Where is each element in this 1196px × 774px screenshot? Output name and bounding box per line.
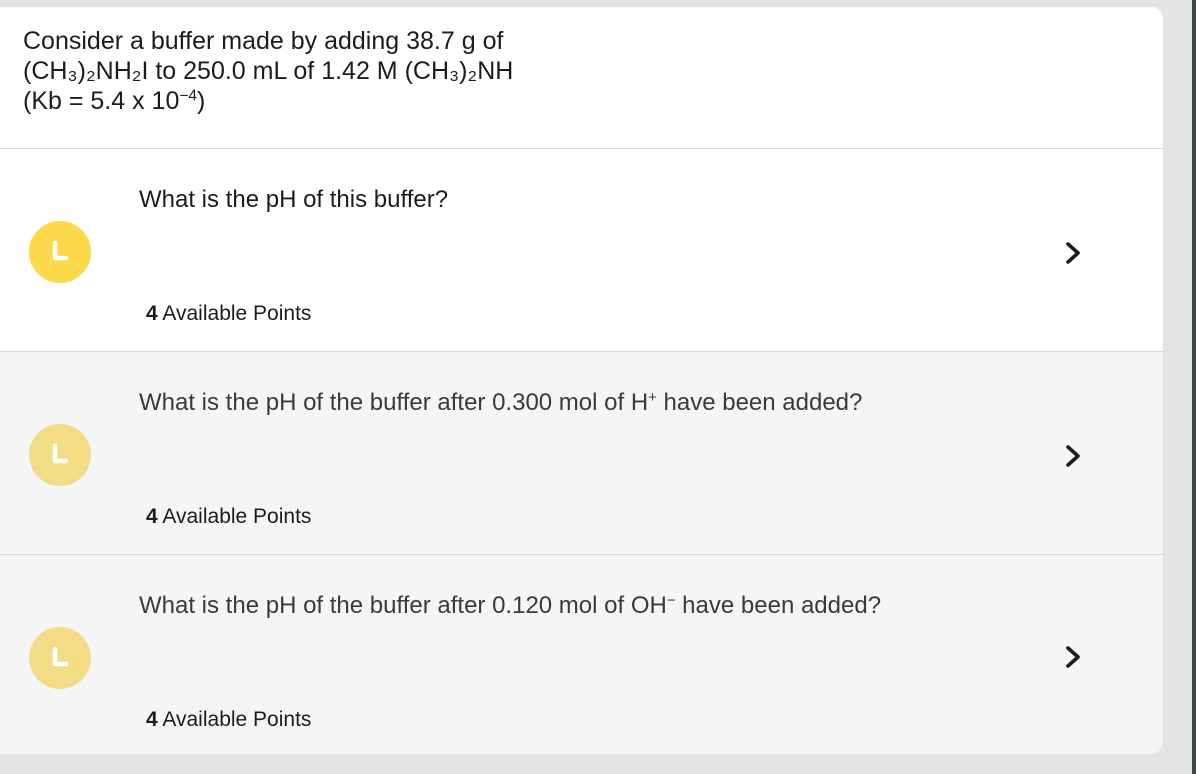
- available-points: 4 Available Points: [146, 504, 311, 530]
- question-card: Consider a buffer made by adding 38.7 g …: [0, 7, 1163, 754]
- kb-close: ): [197, 87, 206, 115]
- points-label: Available Points: [162, 505, 312, 528]
- points-label: Available Points: [162, 708, 312, 731]
- question-text: What is the pH of the buffer after 0.120…: [139, 591, 881, 621]
- chevron-right-icon[interactable]: [1063, 644, 1085, 670]
- available-points: 4 Available Points: [146, 707, 311, 733]
- kb-exponent: −4: [179, 87, 198, 105]
- chevron-right-icon[interactable]: [1063, 240, 1085, 266]
- points-number: 4: [146, 708, 158, 731]
- question-text-main: What is the pH of the buffer after 0.300…: [139, 389, 649, 416]
- question-row-2[interactable]: What is the pH of the buffer after 0.300…: [0, 352, 1163, 555]
- timer-icon: [29, 627, 91, 689]
- question-text-end: have been added?: [675, 592, 882, 619]
- question-text-sup: +: [648, 389, 657, 406]
- available-points: 4 Available Points: [146, 301, 311, 327]
- points-label: Available Points: [162, 302, 312, 325]
- question-prompt: Consider a buffer made by adding 38.7 g …: [0, 7, 1163, 149]
- question-text: What is the pH of this buffer?: [139, 185, 448, 215]
- points-number: 4: [146, 302, 158, 325]
- points-number: 4: [146, 505, 158, 528]
- question-row-3[interactable]: What is the pH of the buffer after 0.120…: [0, 555, 1163, 754]
- question-text-end: have been added?: [656, 389, 863, 416]
- question-text-main: What is the pH of the buffer after 0.120…: [139, 592, 667, 619]
- window-edge: [1192, 0, 1196, 774]
- chevron-right-icon[interactable]: [1063, 443, 1085, 469]
- question-text-sup: −: [666, 592, 676, 609]
- kb-text: (Kb = 5.4 x 10: [23, 87, 180, 115]
- prompt-line-3: (Kb = 5.4 x 10−4): [23, 86, 513, 116]
- question-text-main: What is the pH of this buffer?: [139, 186, 449, 213]
- question-text: What is the pH of the buffer after 0.300…: [139, 388, 862, 418]
- timer-icon: [29, 424, 91, 486]
- prompt-line-1: Consider a buffer made by adding 38.7 g …: [23, 27, 504, 55]
- prompt-text: Consider a buffer made by adding 38.7 g …: [23, 26, 513, 116]
- question-row-1[interactable]: What is the pH of this buffer? 4 Availab…: [0, 149, 1163, 352]
- timer-icon: [29, 221, 91, 283]
- prompt-line-2: (CH₃)₂NH₂I to 250.0 mL of 1.42 M (CH₃)₂N…: [23, 57, 514, 85]
